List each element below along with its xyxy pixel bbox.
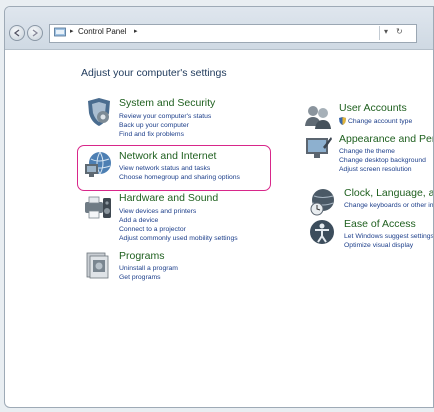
shield-gear-icon (88, 98, 110, 126)
category-hardware-and-sound: Hardware and Sound View devices and prin… (83, 192, 283, 247)
category-link[interactable]: Back up your computer (119, 122, 189, 129)
category-title[interactable]: Clock, Language, and R (344, 187, 433, 199)
category-link[interactable]: Uninstall a program (119, 265, 178, 272)
category-link[interactable]: Change the theme (339, 148, 395, 155)
category-link[interactable]: Add a device (119, 217, 158, 224)
printer-speaker-icon (85, 196, 111, 219)
category-link[interactable]: Change account type (339, 117, 412, 125)
back-arrow-icon (13, 29, 20, 37)
category-title[interactable]: System and Security (119, 97, 215, 109)
forward-button[interactable] (27, 25, 43, 41)
category-link[interactable]: View devices and printers (119, 208, 196, 215)
category-link[interactable]: Change desktop background (339, 157, 426, 164)
forward-arrow-icon (32, 29, 39, 37)
users-icon (305, 106, 331, 129)
address-dropdown-icon[interactable]: ▾ (384, 27, 388, 36)
control-panel-window: ▸ Control Panel ▸ ▾ ↻ Adjust your comput… (4, 6, 434, 408)
address-bar-controls: ▾ ↻ (379, 26, 414, 40)
category-appearance: Appearance and Perso Change the theme Ch… (303, 133, 433, 177)
refresh-icon[interactable]: ↻ (396, 27, 403, 36)
appearance-icon (306, 137, 332, 158)
category-title[interactable]: Appearance and Perso (339, 133, 433, 145)
breadcrumb-control-panel[interactable]: Control Panel (78, 27, 126, 36)
category-link[interactable]: Optimize visual display (344, 242, 413, 249)
category-link[interactable]: Connect to a projector (119, 226, 186, 233)
page-heading: Adjust your computer's settings (81, 67, 227, 79)
category-link[interactable]: Adjust commonly used mobility settings (119, 235, 238, 242)
category-link[interactable]: Review your computer's status (119, 113, 211, 120)
category-title[interactable]: Programs (119, 250, 165, 262)
category-link-label: Change account type (348, 117, 413, 125)
clock-globe-icon (310, 189, 334, 216)
category-link[interactable]: Let Windows suggest settings (344, 233, 433, 240)
category-link[interactable]: Get programs (119, 274, 161, 281)
control-panel-icon (54, 27, 66, 37)
category-system-and-security: System and Security Review your computer… (83, 97, 283, 147)
window-toolbar: ▸ Control Panel ▸ ▾ ↻ (5, 7, 433, 50)
highlight-annotation (77, 145, 271, 191)
category-link[interactable]: Find and fix problems (119, 131, 184, 138)
breadcrumb-separator-icon[interactable]: ▸ (70, 27, 74, 35)
ease-of-access-icon (310, 220, 334, 244)
category-link[interactable]: Change keyboards or other in (344, 202, 433, 209)
category-user-accounts: User Accounts Change account type (303, 102, 433, 132)
category-title[interactable]: User Accounts (339, 102, 407, 114)
category-ease-of-access: Ease of Access Let Windows suggest setti… (308, 218, 433, 252)
breadcrumb-expand-icon[interactable]: ▸ (134, 27, 138, 35)
category-programs: Programs Uninstall a program Get program… (83, 250, 243, 286)
address-bar[interactable]: ▸ Control Panel ▸ ▾ ↻ (49, 24, 417, 43)
programs-icon (86, 252, 109, 279)
category-title[interactable]: Hardware and Sound (119, 192, 218, 204)
category-link[interactable]: Adjust screen resolution (339, 166, 412, 173)
category-clock-language-region: Clock, Language, and R Change keyboards … (308, 187, 433, 217)
back-button[interactable] (9, 25, 25, 41)
uac-shield-icon (339, 117, 346, 125)
category-title[interactable]: Ease of Access (344, 218, 416, 230)
